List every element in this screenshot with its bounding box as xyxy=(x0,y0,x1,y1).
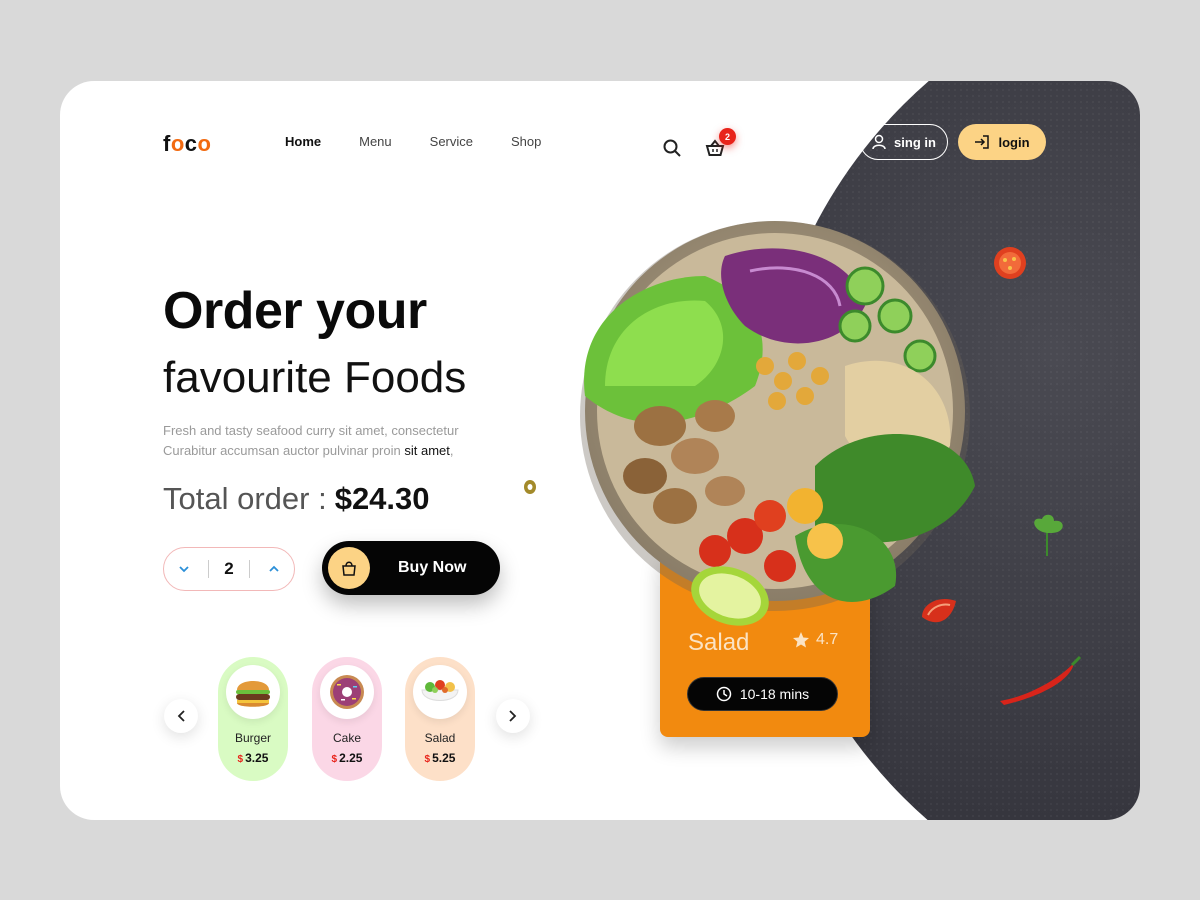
chevron-down-icon xyxy=(179,566,189,573)
search-button[interactable] xyxy=(660,136,684,160)
chevron-right-icon xyxy=(509,710,517,722)
description-line1: Fresh and tasty seafood curry sit amet, … xyxy=(163,423,459,438)
logo-letter: o xyxy=(197,131,212,156)
cart-count-badge: 2 xyxy=(719,128,736,145)
chevron-left-icon xyxy=(177,710,185,722)
stepper-divider xyxy=(249,560,251,578)
food-name: Burger xyxy=(234,731,272,745)
clock-icon xyxy=(716,686,732,702)
hero-title-line1: Order your xyxy=(163,282,427,340)
chevron-up-icon xyxy=(269,565,279,572)
buy-now-button[interactable]: Buy Now xyxy=(322,541,500,595)
star-icon xyxy=(793,632,809,648)
parsley-leaf-icon xyxy=(1034,514,1063,556)
login-label: login xyxy=(998,134,1030,150)
total-label: Total order : xyxy=(163,481,327,516)
logo-letter: c xyxy=(184,131,198,156)
hero-title-line2: favourite Foods xyxy=(163,353,467,402)
price-value: 3.25 xyxy=(245,751,269,765)
price-value: 5.25 xyxy=(432,751,456,765)
tomato-slice-icon xyxy=(994,247,1026,279)
salad-icon xyxy=(421,680,459,701)
food-price: $3.25 xyxy=(238,751,269,765)
nav-item-home[interactable]: Home xyxy=(285,134,321,149)
page-card: foco Home Menu Service Shop 2 sing in lo… xyxy=(60,81,1140,820)
quantity-value[interactable]: 2 xyxy=(224,559,233,579)
carousel-next-button[interactable] xyxy=(496,699,530,733)
bag-icon-wrap xyxy=(328,547,370,589)
decrease-button[interactable] xyxy=(176,562,192,576)
donut-icon xyxy=(330,675,364,709)
chili-pepper-icon xyxy=(1000,655,1082,705)
currency-symbol: $ xyxy=(424,754,431,765)
product-name: Salad xyxy=(688,629,750,656)
food-price: $5.25 xyxy=(425,751,456,765)
delivery-time: 10-18 mins xyxy=(739,686,810,702)
logo-letter: o xyxy=(170,131,185,156)
hero-description: Fresh and tasty seafood curry sit amet, … xyxy=(163,421,493,461)
total-order: Total order : $24.30 xyxy=(163,481,430,517)
nav-item-shop[interactable]: Shop xyxy=(511,134,541,149)
login-icon xyxy=(975,135,990,149)
description-line2: Curabitur accumsan auctor pulvinar proin xyxy=(163,443,401,458)
user-icon xyxy=(872,134,886,150)
olive-icon xyxy=(524,480,536,494)
food-card-cake[interactable]: Cake $2.25 xyxy=(312,657,382,781)
sign-in-label: sing in xyxy=(894,134,936,150)
description-highlight: sit amet xyxy=(404,443,450,458)
price-value: 2.25 xyxy=(339,751,363,765)
food-card-salad[interactable]: Salad $5.25 xyxy=(405,657,475,781)
total-amount: $24.30 xyxy=(334,481,430,516)
shopping-bag-icon xyxy=(342,561,356,576)
delivery-time-badge: 10-18 mins xyxy=(687,677,838,711)
search-icon xyxy=(663,139,681,157)
currency-symbol: $ xyxy=(237,754,244,765)
buy-now-label: Buy Now xyxy=(398,559,467,576)
food-price: $2.25 xyxy=(332,751,363,765)
nav-item-menu[interactable]: Menu xyxy=(359,134,392,149)
sign-in-button[interactable]: sing in xyxy=(860,124,948,160)
description-end: , xyxy=(449,443,454,458)
food-card-burger[interactable]: Burger $3.25 xyxy=(218,657,288,781)
currency-symbol: $ xyxy=(331,754,338,765)
food-plate xyxy=(413,665,467,719)
food-name: Cake xyxy=(332,731,361,745)
quantity-stepper: 2 xyxy=(163,547,295,591)
stepper-divider xyxy=(207,560,209,578)
salad-bowl-image xyxy=(580,221,975,626)
product-rating: 4.7 xyxy=(792,631,838,649)
login-button[interactable]: login xyxy=(958,124,1046,160)
increase-button[interactable] xyxy=(266,562,282,576)
burger-icon xyxy=(236,681,270,707)
food-plate xyxy=(320,665,374,719)
food-plate xyxy=(226,665,280,719)
main-nav: Home Menu Service Shop xyxy=(285,134,541,149)
carousel-prev-button[interactable] xyxy=(164,699,198,733)
rating-value: 4.7 xyxy=(816,631,839,648)
food-name: Salad xyxy=(424,731,456,745)
logo-letter: f xyxy=(163,131,171,156)
nav-item-service[interactable]: Service xyxy=(430,134,473,149)
logo[interactable]: foco xyxy=(163,131,211,157)
